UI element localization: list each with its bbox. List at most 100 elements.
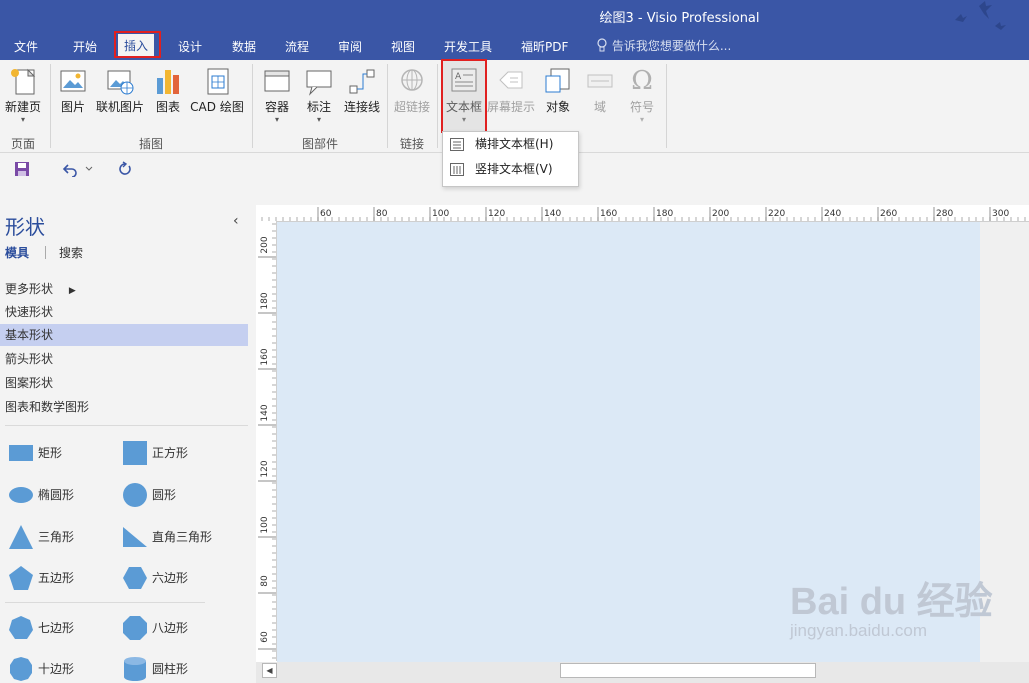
connector-icon: [349, 69, 375, 94]
stencil-quick-shapes[interactable]: 快速形状: [0, 301, 53, 323]
tab-review[interactable]: 审阅: [332, 36, 368, 58]
chevron-down-icon: ▾: [274, 115, 279, 124]
vertical-ruler[interactable]: 200 180 160 140 120 100 80 60: [256, 221, 277, 661]
ruler-label: 200: [260, 236, 270, 253]
callout-label: 标注: [306, 100, 331, 114]
object-button[interactable]: 对象: [539, 62, 577, 140]
shape-label: 十边形: [38, 662, 75, 676]
new-page-button[interactable]: 新建页 ▾: [2, 62, 44, 140]
shape-label: 八边形: [152, 621, 189, 635]
field-button[interactable]: 域: [581, 62, 619, 140]
insert-tab-highlight: [114, 31, 161, 58]
shape-label: 六边形: [152, 571, 189, 585]
tab-process[interactable]: 流程: [279, 36, 315, 58]
shape-label: 五边形: [38, 571, 75, 585]
chart-icon: [157, 70, 179, 94]
cad-drawing-button[interactable]: CAD 绘图: [188, 62, 246, 140]
redo-icon[interactable]: [117, 161, 133, 177]
screentip-button[interactable]: 屏幕提示: [487, 62, 535, 140]
tab-developer[interactable]: 开发工具: [438, 36, 498, 58]
picture-label: 图片: [60, 100, 85, 114]
tab-home[interactable]: 开始: [67, 36, 103, 58]
square-shape-icon: [123, 441, 147, 465]
field-label: 域: [593, 100, 606, 114]
undo-icon[interactable]: [62, 161, 80, 177]
shape-label: 直角三角形: [152, 530, 213, 544]
ruler-label: 140: [544, 209, 561, 219]
ruler-spacer: [256, 189, 1029, 205]
collapse-pane-chevron-left-icon[interactable]: ‹: [233, 213, 239, 229]
shape-label: 椭圆形: [38, 488, 75, 502]
baidu-watermark: Bai du 经验 jingyan.baidu.com: [790, 570, 993, 641]
online-picture-icon: [107, 70, 134, 95]
rectangle-shape-icon: [9, 445, 33, 461]
scrollbar-thumb[interactable]: [560, 663, 816, 678]
stencil-decorative-shapes[interactable]: 图案形状: [0, 372, 53, 394]
online-picture-button[interactable]: 联机图片: [94, 62, 146, 140]
chart-label: 图表: [155, 100, 180, 114]
chevron-down-icon: ▾: [20, 115, 25, 124]
callout-button[interactable]: 标注 ▾: [300, 62, 338, 140]
menu-item-vertical-textbox[interactable]: 竖排文本框(V): [443, 157, 578, 182]
hyperlink-button[interactable]: 超链接: [392, 62, 432, 140]
ruler-label: 100: [260, 516, 270, 533]
ruler-label: 140: [260, 404, 270, 421]
undo-dropdown-chevron-down-icon[interactable]: [85, 166, 93, 172]
tab-view[interactable]: 视图: [385, 36, 421, 58]
scroll-left-arrow-icon[interactable]: ◀: [262, 663, 277, 678]
ruler-label: 220: [768, 209, 785, 219]
chart-button[interactable]: 图表: [152, 62, 184, 140]
symbol-button[interactable]: Ω 符号 ▾: [623, 62, 661, 140]
menu-item-label: 横排文本框(H): [475, 137, 554, 151]
ruler-label: 260: [880, 209, 897, 219]
group-separator: [50, 64, 51, 148]
stencil-basic-shapes[interactable]: 基本形状: [0, 324, 248, 346]
shapes-pane-title: 形状: [5, 215, 45, 239]
tab-file[interactable]: 文件: [8, 36, 44, 58]
birds-decoration-icon: [955, 1, 1006, 30]
title-bar: 绘图3 - Visio Professional: [0, 0, 1029, 32]
group-separator: [252, 64, 253, 148]
tell-me-text: 告诉我您想要做什么...: [611, 39, 732, 53]
shape-label: 七边形: [38, 621, 75, 635]
horizontal-scrollbar[interactable]: ◀: [256, 662, 1029, 683]
tab-design[interactable]: 设计: [172, 36, 208, 58]
tell-me-search[interactable]: 告诉我您想要做什么...: [596, 37, 731, 54]
field-icon: [587, 74, 613, 88]
more-shapes-menu[interactable]: 更多形状 ▶: [0, 278, 76, 300]
container-button[interactable]: 容器 ▾: [258, 62, 296, 140]
ruler-label: 80: [376, 209, 388, 219]
vertical-textbox-icon: [450, 163, 464, 176]
stencil-graph-math-shapes[interactable]: 图表和数学图形: [0, 396, 89, 418]
group-separator: [387, 64, 388, 148]
container-label: 容器: [264, 100, 289, 114]
tab-stencils[interactable]: 模具: [5, 244, 29, 261]
horizontal-ruler[interactable]: 60 80 100 120 140 160 180 200 220 240 260 280 300: [256, 205, 1029, 222]
tab-search[interactable]: 搜索: [59, 244, 83, 261]
menu-item-horizontal-textbox[interactable]: 横排文本框(H): [443, 132, 578, 157]
ruler-label: 240: [824, 209, 841, 219]
vertical-ruler-ticks: 200 180 160 140 120 100 80 60: [258, 223, 276, 659]
horizontal-textbox-icon: [450, 138, 464, 151]
shapes-pane: 形状 ‹ 模具 搜索 更多形状 ▶ 快速形状 基本形状 箭头形状 图案形状 图表…: [0, 189, 256, 683]
shape-label: 圆柱形: [152, 662, 189, 676]
save-icon[interactable]: [14, 161, 30, 177]
ruler-label: 80: [260, 575, 270, 587]
heptagon-shape-icon: [9, 616, 33, 639]
ruler-label: 280: [936, 209, 953, 219]
container-icon: [264, 70, 290, 92]
chevron-right-icon: ▶: [68, 286, 76, 296]
tab-data[interactable]: 数据: [226, 36, 262, 58]
tab-foxit-pdf[interactable]: 福昕PDF: [515, 36, 574, 58]
group-separator: [437, 64, 438, 148]
ruler-label: 120: [488, 209, 505, 219]
ruler-label: 300: [992, 209, 1009, 219]
pentagon-shape-icon: [9, 566, 33, 590]
picture-button[interactable]: 图片: [56, 62, 90, 140]
stencil-arrow-shapes[interactable]: 箭头形状: [0, 348, 53, 370]
triangle-shape-icon: [9, 525, 33, 549]
cad-drawing-icon: [207, 68, 229, 95]
connector-button[interactable]: 连接线: [342, 62, 382, 140]
textbox-dropdown-menu: 横排文本框(H) 竖排文本框(V): [442, 131, 579, 187]
tab-separator: [45, 246, 46, 259]
